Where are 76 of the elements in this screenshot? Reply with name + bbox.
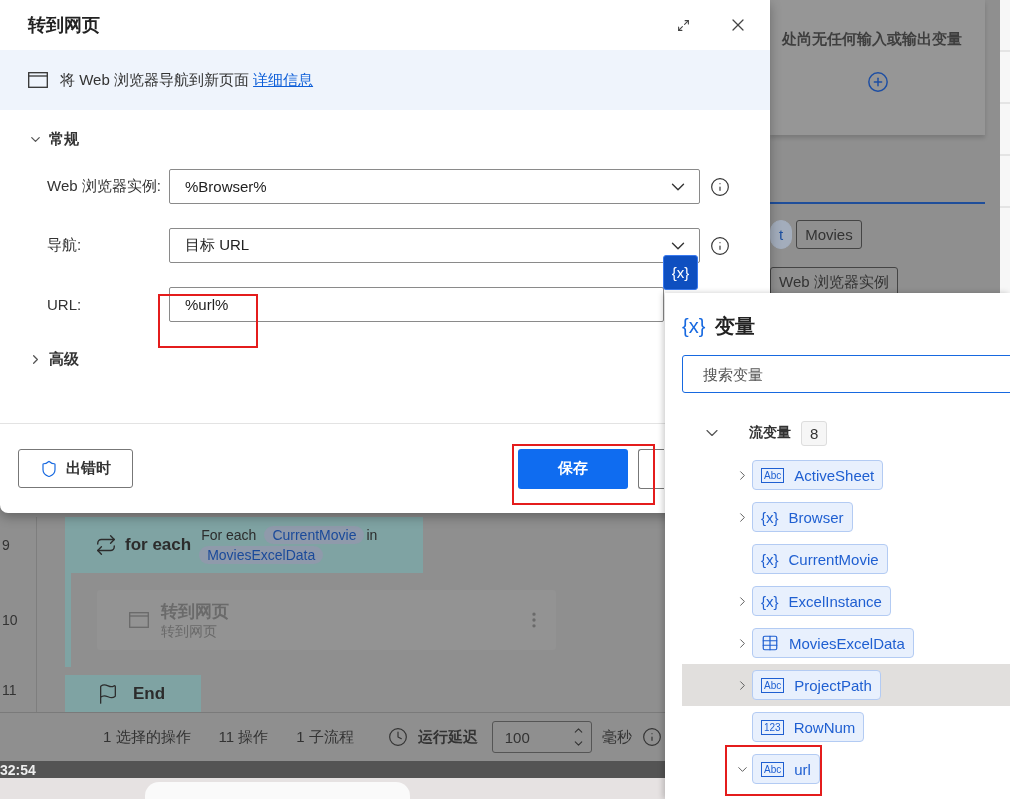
unit-label: 毫秒 <box>601 727 632 747</box>
line-number: 10 <box>2 612 18 628</box>
parameter-chip: Movies <box>796 220 862 249</box>
variable-row[interactable]: {x} Browser <box>682 496 1010 538</box>
on-error-button[interactable]: 出错时 <box>18 449 133 488</box>
variable-chip[interactable]: {x} ExcelInstance <box>752 586 891 616</box>
group-name: 流变量 <box>749 424 791 442</box>
type-label: {x} <box>761 592 779 610</box>
variable-chip[interactable]: {x} CurrentMovie <box>752 544 888 574</box>
section-header[interactable]: 高级 <box>28 350 79 369</box>
variable-row[interactable]: Abc ProjectPath <box>682 664 1010 706</box>
variable-chip[interactable]: MoviesExcelData <box>752 628 914 658</box>
variables-button[interactable]: {x} <box>663 255 698 290</box>
status-text: 1 选择的操作 <box>103 727 191 747</box>
flag-icon <box>97 683 119 705</box>
type-label: {x} <box>761 508 779 526</box>
info-icon[interactable] <box>710 235 730 256</box>
type-label: Abc <box>761 467 785 483</box>
line-number: 11 <box>2 682 17 698</box>
loop-step[interactable]: for each For each CurrentMovie in MoviesExcelData <box>65 517 423 573</box>
step-text: in <box>365 526 379 544</box>
window-icon <box>129 612 149 628</box>
variable-row[interactable]: Abc ActiveSheet <box>682 454 1010 496</box>
count-badge: 8 <box>801 420 828 446</box>
empty-message: 处尚无任何输入或输出变量 <box>781 30 962 49</box>
status-text: 1 子流程 <box>296 727 354 747</box>
type-label: 123 <box>761 719 784 735</box>
delay-label: 运行延迟 <box>417 727 478 747</box>
section-header[interactable]: 常规 <box>28 130 79 149</box>
save-button[interactable]: 保存 <box>518 448 628 489</box>
variable-token: CurrentMovie <box>264 526 365 544</box>
variable-token: t <box>770 220 793 249</box>
shield-icon <box>40 459 58 478</box>
variable-chip[interactable]: 123 RowNum <box>752 712 865 742</box>
delay-value: 100 <box>504 728 530 746</box>
variable-chip[interactable]: Abc ActiveSheet <box>752 460 884 490</box>
add-icon[interactable] <box>866 71 889 93</box>
step-title: for each <box>125 535 192 555</box>
variable-row[interactable]: 123 RowNum <box>682 706 1010 748</box>
input-field[interactable]: %url% <box>169 287 664 322</box>
field-label: 导航: <box>47 236 83 255</box>
variable-chip[interactable]: Abc url <box>752 754 820 784</box>
dropdown-field[interactable]: %Browser% <box>169 169 700 204</box>
cancel-button[interactable] <box>638 448 664 489</box>
clock-time: 32:54 <box>0 761 36 778</box>
field-label: Web 浏览器实例: <box>47 177 162 196</box>
type-label: {x} <box>761 550 779 568</box>
end-step[interactable]: End <box>65 675 201 713</box>
variable-row[interactable]: {x} CurrentMovie <box>682 538 1010 580</box>
type-label: Abc <box>761 677 785 693</box>
step-title: End <box>133 684 166 704</box>
field-label: URL: <box>47 296 83 313</box>
variable-icon: {x} <box>682 314 706 338</box>
panel-title: 变量 <box>715 313 756 339</box>
loop-icon <box>95 534 117 556</box>
variable-chip[interactable]: Abc ProjectPath <box>752 670 881 700</box>
expand-icon <box>677 18 690 32</box>
details-link[interactable]: 详细信息 <box>253 70 314 88</box>
table-icon <box>761 634 779 652</box>
window-icon <box>28 72 48 88</box>
search-field[interactable]: 搜索变量 <box>682 355 1010 393</box>
variable-row[interactable]: Abc url <box>682 748 1010 790</box>
variable-token: MoviesExcelData <box>199 546 324 564</box>
type-label: Abc <box>761 761 785 777</box>
line-number: 9 <box>2 537 10 553</box>
variable-row[interactable]: {x} ExcelInstance <box>682 580 1010 622</box>
status-text: 11 操作 <box>218 727 269 747</box>
description: 将 Web 浏览器导航到新页面 详细信息 <box>60 70 314 90</box>
step-text: For each <box>200 526 258 544</box>
delay-spinner[interactable]: 100 <box>491 721 592 753</box>
dropdown-field[interactable]: 目标 URL <box>169 228 700 263</box>
variable-row[interactable]: MoviesExcelData <box>682 622 1010 664</box>
clock-icon <box>387 727 408 747</box>
info-icon[interactable] <box>710 176 730 197</box>
dialog-title: 转到网页 <box>28 14 101 37</box>
variable-chip[interactable]: {x} Browser <box>752 502 853 532</box>
